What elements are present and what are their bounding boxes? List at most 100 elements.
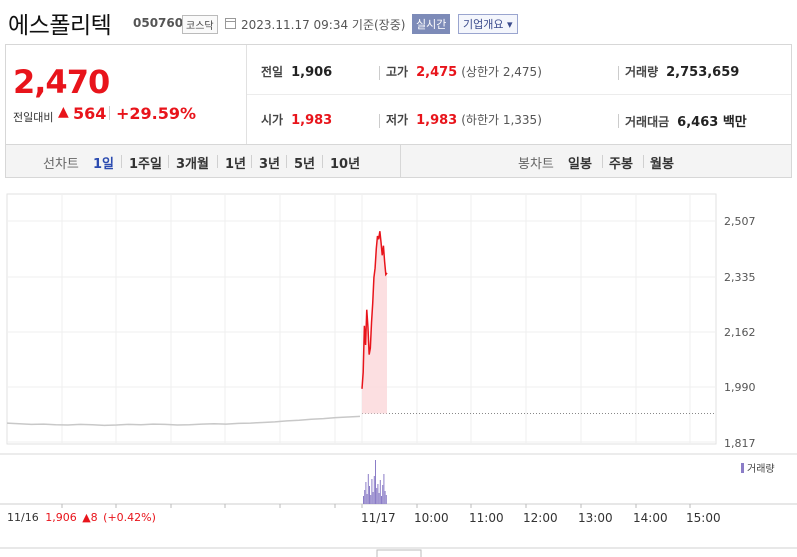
y-tick-label: 2,335 <box>724 271 756 284</box>
volume-cell: 거래량 2,753,659 <box>625 63 739 80</box>
y-tick-label: 1,990 <box>724 381 756 394</box>
divider <box>379 114 380 128</box>
low-value: 1,983 <box>416 113 458 128</box>
candle-chart-label: 봉차트 <box>518 157 554 172</box>
volume-bar <box>379 480 381 504</box>
prev-day-percent: (+0.42%) <box>103 511 156 524</box>
chart-canvas <box>0 193 797 557</box>
x-tick-label: 13:00 <box>578 511 613 525</box>
y-tick-label: 1,817 <box>724 437 756 450</box>
price-panel: 2,470 전일대비 ▲ 564 +29.59% <box>6 45 247 144</box>
tab-1year[interactable]: 1년 <box>225 153 246 172</box>
divider <box>379 66 380 80</box>
high-value: 2,475 <box>416 65 458 80</box>
x-tick-label: 14:00 <box>633 511 668 525</box>
volume-legend-swatch <box>741 463 744 473</box>
divider <box>109 106 110 120</box>
volume-bar <box>375 460 376 504</box>
volume-value: 2,753,659 <box>666 65 740 80</box>
volume-bar <box>378 493 380 504</box>
realtime-button[interactable]: 실시간 <box>412 14 451 34</box>
divider <box>286 155 287 168</box>
volume-bar <box>363 496 364 504</box>
open-cell: 시가 1,983 <box>261 111 332 128</box>
quote-datetime: 2023.11.17 09:34 기준(장중) <box>241 18 406 32</box>
open-label: 시가 <box>261 113 284 127</box>
x-tick-label: 15:00 <box>686 511 721 525</box>
volume-bar <box>377 484 379 504</box>
calendar-icon <box>225 18 236 29</box>
tab-weekly-candle[interactable]: 주봉 <box>609 153 633 172</box>
volume-bar <box>372 492 374 504</box>
volume-bar <box>364 490 366 504</box>
change-percent: +29.59% <box>116 104 197 123</box>
volume-bar <box>371 479 373 504</box>
tab-3month[interactable]: 3개월 <box>176 153 209 172</box>
volume-bar <box>384 491 386 504</box>
divider <box>618 114 619 128</box>
prev-day-close: 1,906 <box>45 511 77 524</box>
volume-bar <box>369 486 370 504</box>
volume-bar <box>370 495 372 504</box>
x-tick-label: 12:00 <box>523 511 558 525</box>
prev-day-price-line <box>6 415 361 427</box>
volume-bar <box>366 494 368 504</box>
tab-3year[interactable]: 3년 <box>259 153 280 172</box>
y-tick-label: 2,162 <box>724 326 756 339</box>
market-badge: 코스닥 <box>182 15 218 34</box>
company-overview-dropdown[interactable]: 기업개요 ▾ <box>458 14 518 34</box>
divider <box>322 155 323 168</box>
divider <box>602 155 603 168</box>
upper-limit: (상한가 2,475) <box>461 65 542 79</box>
divider <box>168 155 169 168</box>
divider <box>400 145 401 177</box>
amount-value: 6,463 백만 <box>677 115 747 130</box>
tab-monthly-candle[interactable]: 월봉 <box>650 153 674 172</box>
high-cell: 고가 2,475 (상한가 2,475) <box>386 63 542 80</box>
amount-cell: 거래대금 6,463 백만 <box>625 111 747 130</box>
prev-close-value: 1,906 <box>291 65 333 80</box>
divider <box>618 66 619 80</box>
tab-1week[interactable]: 1주일 <box>129 153 162 172</box>
scroll-handle <box>376 549 422 557</box>
tab-1day[interactable]: 1일 <box>93 153 114 172</box>
volume-bar <box>382 485 384 504</box>
volume-bar <box>381 496 382 504</box>
divider <box>643 155 644 168</box>
prev-close-label: 전일 <box>261 65 284 79</box>
volume-label: 거래량 <box>625 65 659 79</box>
divider <box>247 94 791 95</box>
volume-legend: 거래량 <box>741 460 775 475</box>
volume-legend-label: 거래량 <box>747 464 775 475</box>
stock-code: 050760 <box>133 16 184 30</box>
prev-day-change: ▲8 <box>82 511 98 524</box>
line-chart-label: 선차트 <box>43 157 79 172</box>
x-tick-label: 11:00 <box>469 511 504 525</box>
low-cell: 저가 1,983 (하한가 1,335) <box>386 111 542 128</box>
quote-summary: 2,470 전일대비 ▲ 564 +29.59% 전일 1,906 고가 2,475… <box>5 44 792 145</box>
tab-5year[interactable]: 5년 <box>294 153 315 172</box>
chart-period-tabs: 선차트 1일 1주일 3개월 1년 3년 5년 10년 봉차트 일봉 주봉 월봉 <box>5 145 792 178</box>
amount-label: 거래대금 <box>625 115 670 129</box>
prev-close-cell: 전일 1,906 <box>261 63 332 80</box>
tab-daily-candle[interactable]: 일봉 <box>568 153 592 172</box>
price-chart: 2,507 2,335 2,162 1,990 1,817 거래량 11/16 … <box>0 178 797 557</box>
y-tick-label: 2,507 <box>724 215 756 228</box>
stock-header: 에스폴리텍 050760 코스닥 2023.11.17 09:34 기준(장중)… <box>0 0 797 44</box>
current-price: 2,470 <box>13 63 110 101</box>
lower-limit: (하한가 1,335) <box>461 113 542 127</box>
low-label: 저가 <box>386 113 409 127</box>
volume-bar <box>385 495 387 504</box>
up-arrow-icon: ▲ <box>58 104 69 120</box>
open-value: 1,983 <box>291 113 333 128</box>
prev-day-label: 11/16 <box>7 511 39 524</box>
divider <box>217 155 218 168</box>
tab-10year[interactable]: 10년 <box>330 153 360 172</box>
divider <box>251 155 252 168</box>
prev-day-info: 11/16 1,906 ▲8 (+0.42%) <box>7 511 156 524</box>
volume-bar <box>373 476 375 504</box>
x-tick-label: 11/17 <box>361 511 396 525</box>
volume-bar <box>367 474 369 504</box>
x-tick-label: 10:00 <box>414 511 449 525</box>
change-label: 전일대비 <box>13 111 54 124</box>
